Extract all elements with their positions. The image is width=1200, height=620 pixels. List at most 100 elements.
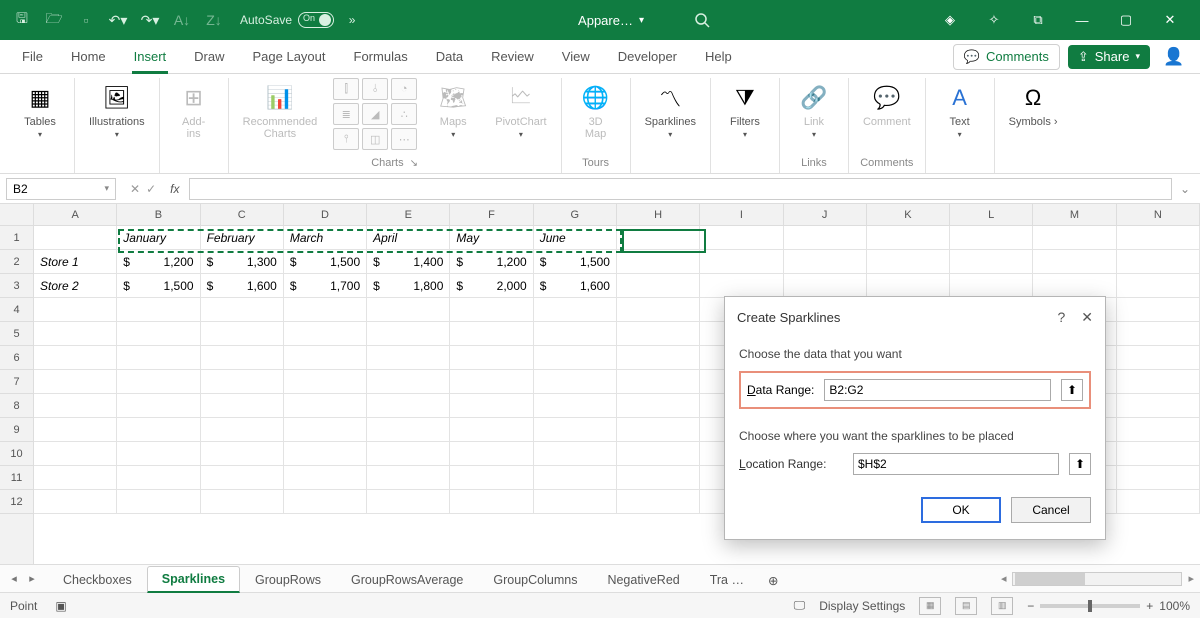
cell[interactable] — [34, 370, 117, 394]
charts-launcher-icon[interactable]: ↘ — [410, 158, 418, 169]
cell[interactable] — [1117, 394, 1200, 418]
chart-scatter-icon[interactable]: ∴ — [391, 103, 417, 125]
cell[interactable] — [367, 394, 450, 418]
tab-formulas[interactable]: Formulas — [342, 40, 420, 74]
sheet-sparklines[interactable]: Sparklines — [147, 566, 240, 593]
cell[interactable] — [117, 442, 200, 466]
row-header-10[interactable]: 10 — [0, 442, 33, 466]
switch-icon[interactable]: On — [298, 12, 334, 28]
cell[interactable] — [617, 442, 700, 466]
cancel-button[interactable]: Cancel — [1011, 497, 1091, 523]
chart-pie-icon[interactable]: ◔ — [391, 78, 417, 100]
cell[interactable] — [450, 370, 533, 394]
cell[interactable] — [450, 322, 533, 346]
cell[interactable] — [450, 298, 533, 322]
display-settings-icon[interactable]: 🖵 — [794, 598, 806, 613]
cell[interactable] — [617, 226, 700, 250]
dialog-close-icon[interactable]: ✕ — [1081, 309, 1093, 326]
cell[interactable] — [534, 490, 617, 514]
tab-insert[interactable]: Insert — [122, 40, 179, 74]
cell[interactable] — [284, 298, 367, 322]
cell[interactable] — [1117, 298, 1200, 322]
cell[interactable] — [284, 418, 367, 442]
cell[interactable] — [784, 250, 867, 274]
cell[interactable] — [617, 490, 700, 514]
cell[interactable] — [367, 466, 450, 490]
tab-first-icon[interactable]: ◂ — [6, 572, 22, 585]
cell[interactable] — [284, 346, 367, 370]
chart-line-icon[interactable]: ⫰ — [362, 78, 388, 100]
scroll-thumb[interactable] — [1015, 573, 1085, 585]
col-header-A[interactable]: A — [34, 204, 117, 225]
cell[interactable] — [617, 250, 700, 274]
new-sheet-button[interactable]: ⊕ — [759, 566, 787, 593]
cell[interactable] — [117, 298, 200, 322]
cell[interactable] — [1117, 490, 1200, 514]
name-box[interactable]: B2 ▾ — [6, 178, 116, 200]
cell[interactable] — [1117, 250, 1200, 274]
sheet-negred[interactable]: NegativeRed — [592, 566, 694, 593]
col-header-B[interactable]: B — [117, 204, 200, 225]
cell[interactable] — [450, 466, 533, 490]
cell[interactable] — [201, 322, 284, 346]
view-normal-icon[interactable]: ▦ — [919, 597, 941, 615]
cell[interactable]: $1,200 — [117, 250, 200, 274]
ok-button[interactable]: OK — [921, 497, 1001, 523]
recommended-charts-button[interactable]: 📊 Recommended Charts — [237, 78, 324, 144]
cell[interactable] — [450, 490, 533, 514]
cell[interactable]: $1,600 — [534, 274, 617, 298]
cell[interactable]: January — [117, 226, 200, 250]
cell[interactable] — [117, 394, 200, 418]
cell[interactable] — [201, 442, 284, 466]
col-header-L[interactable]: L — [950, 204, 1033, 225]
cell[interactable] — [201, 490, 284, 514]
cell[interactable]: $1,500 — [284, 250, 367, 274]
col-header-E[interactable]: E — [367, 204, 450, 225]
cell[interactable] — [284, 466, 367, 490]
col-header-H[interactable]: H — [617, 204, 700, 225]
col-header-K[interactable]: K — [867, 204, 950, 225]
sheet-grouprows[interactable]: GroupRows — [240, 566, 336, 593]
horizontal-scrollbar[interactable] — [1012, 572, 1182, 586]
comments-button[interactable]: 💬 Comments — [953, 44, 1060, 70]
cell[interactable] — [450, 418, 533, 442]
cell[interactable]: March — [284, 226, 367, 250]
link-button[interactable]: 🔗 Link▾ — [788, 78, 840, 144]
sparklines-button[interactable]: 〽 Sparklines▾ — [639, 78, 702, 144]
cell[interactable] — [950, 226, 1033, 250]
overflow-icon[interactable]: » — [338, 6, 366, 34]
cell[interactable] — [450, 394, 533, 418]
expand-formula-icon[interactable]: ⌄ — [1176, 182, 1194, 196]
cell[interactable] — [617, 466, 700, 490]
chart-area-icon[interactable]: ◢ — [362, 103, 388, 125]
autosave-toggle[interactable]: AutoSave On — [240, 12, 334, 28]
cell[interactable] — [617, 298, 700, 322]
cell[interactable] — [367, 298, 450, 322]
chart-more-icon[interactable]: ⋯ — [391, 128, 417, 150]
cell[interactable] — [534, 346, 617, 370]
cell[interactable] — [450, 442, 533, 466]
cell[interactable] — [117, 490, 200, 514]
cell[interactable] — [534, 442, 617, 466]
help-icon[interactable]: ? — [1057, 309, 1065, 326]
cell[interactable] — [201, 298, 284, 322]
cell[interactable]: $1,500 — [117, 274, 200, 298]
cell[interactable] — [367, 442, 450, 466]
pivotchart-button[interactable]: 🗠 PivotChart▾ — [489, 78, 552, 144]
maps-button[interactable]: 🗺 Maps▾ — [427, 78, 479, 144]
cell[interactable] — [950, 274, 1033, 298]
save-icon[interactable]: 🖫 — [8, 6, 36, 34]
cell[interactable] — [1117, 274, 1200, 298]
symbols-button[interactable]: Ω Symbols › — [1003, 78, 1064, 132]
record-macro-icon[interactable]: ▣ — [55, 599, 66, 613]
col-header-F[interactable]: F — [450, 204, 533, 225]
select-all-corner[interactable] — [0, 204, 33, 226]
cell[interactable] — [950, 250, 1033, 274]
cell[interactable] — [34, 322, 117, 346]
cell[interactable] — [34, 418, 117, 442]
row-header-5[interactable]: 5 — [0, 322, 33, 346]
row-header-7[interactable]: 7 — [0, 370, 33, 394]
account-icon[interactable]: 👤 — [1158, 41, 1190, 73]
cell[interactable]: $1,600 — [201, 274, 284, 298]
filters-button[interactable]: ⧩ Filters▾ — [719, 78, 771, 144]
